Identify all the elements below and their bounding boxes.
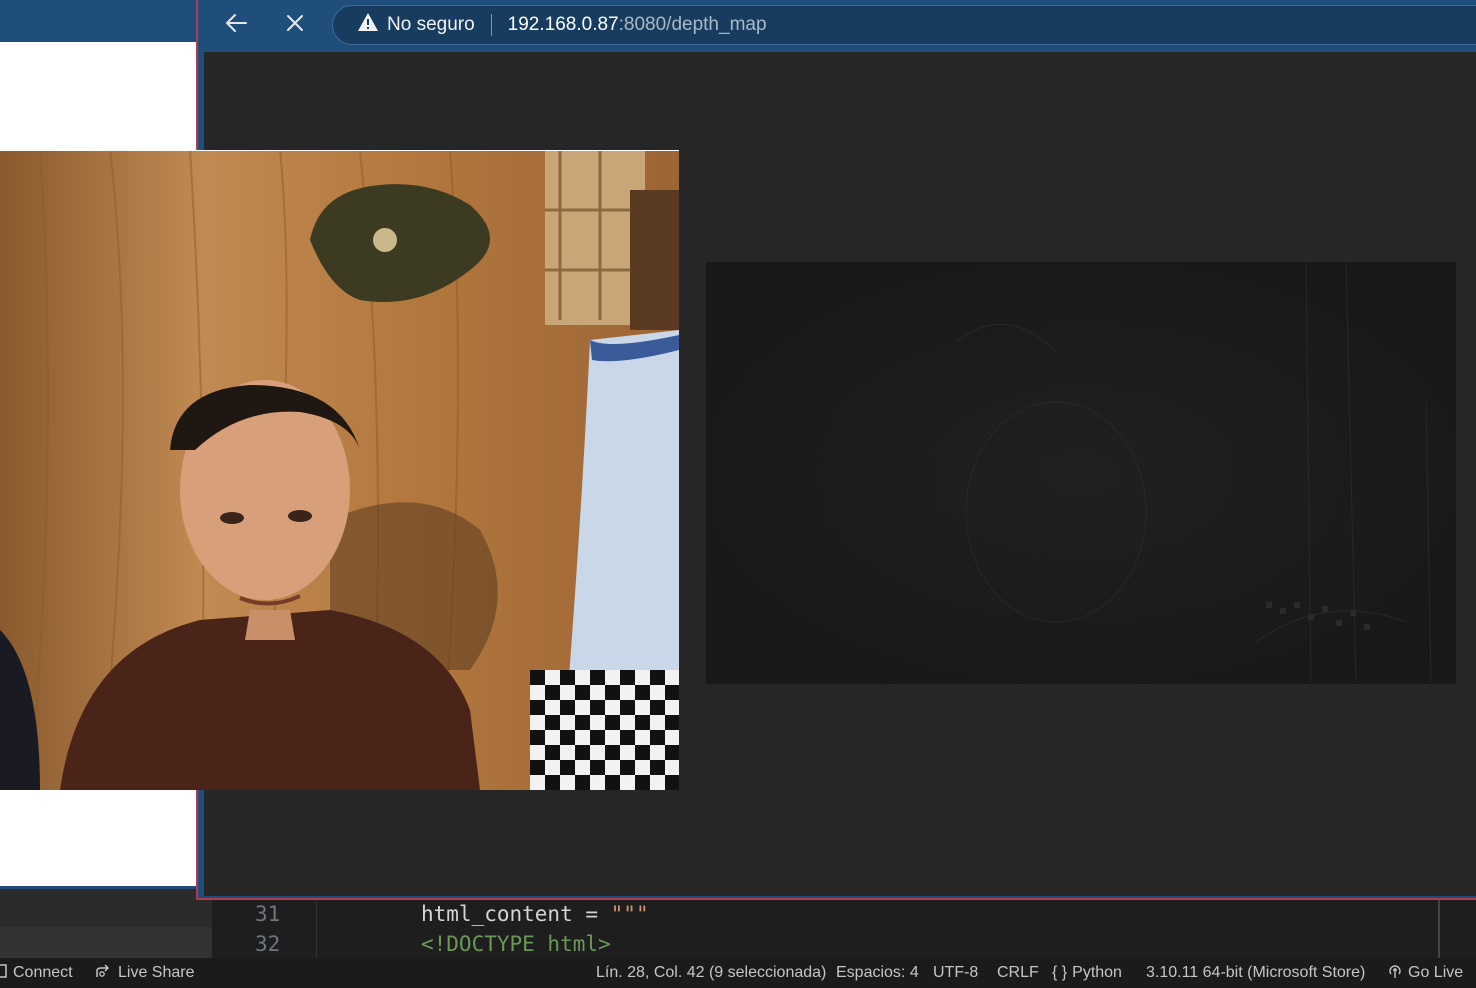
- line-number: 32: [255, 932, 281, 956]
- go-live-button[interactable]: Go Live: [1387, 958, 1463, 988]
- warning-icon: [357, 12, 379, 38]
- eol-label: CRLF: [997, 964, 1039, 981]
- editor-scrollbar[interactable]: [1438, 900, 1440, 958]
- code-string: """: [610, 902, 649, 926]
- encoding-selector[interactable]: UTF-8: [933, 958, 978, 988]
- language-selector[interactable]: { } Python: [1052, 958, 1122, 988]
- camera-window-border: [0, 150, 679, 151]
- security-label: No seguro: [387, 14, 475, 35]
- cursor-position-label: Lín. 28, Col. 42 (9 seleccionada): [596, 964, 827, 981]
- encoding-label: UTF-8: [933, 964, 979, 981]
- security-indicator[interactable]: No seguro: [357, 12, 475, 38]
- status-bar: Connect Live Share Lín. 28, Col. 42 (9 s…: [0, 958, 1476, 988]
- go-live-label: Go Live: [1408, 964, 1464, 981]
- background-window-titlebar: [0, 0, 200, 42]
- interpreter-label: 3.10.11 64-bit (Microsoft Store): [1146, 964, 1366, 981]
- line-number: 31: [255, 902, 281, 926]
- url-path: :8080/depth_map: [618, 14, 767, 35]
- address-separator: [490, 14, 492, 36]
- indentation-selector[interactable]: Espacios: 4: [836, 958, 919, 988]
- connect-label: Connect: [13, 964, 73, 981]
- interpreter-selector[interactable]: 3.10.11 64-bit (Microsoft Store): [1146, 958, 1365, 988]
- background-panel-strip-2: [0, 927, 212, 958]
- stop-button[interactable]: [277, 7, 313, 43]
- remote-icon: [0, 963, 8, 983]
- background-panel-lower: [0, 788, 200, 889]
- camera-frame-image: [0, 150, 679, 790]
- eol-selector[interactable]: CRLF: [997, 958, 1039, 988]
- arrow-left-icon: [224, 13, 248, 38]
- url-host: 192.168.0.87: [507, 14, 619, 35]
- code-text: html_content =: [421, 902, 611, 926]
- background-panel-strip: [0, 889, 212, 927]
- live-share-label: Live Share: [118, 964, 195, 981]
- broadcast-icon: [1387, 963, 1403, 983]
- braces-icon: { }: [1052, 964, 1068, 981]
- language-label: Python: [1072, 964, 1122, 981]
- back-button[interactable]: [218, 7, 254, 43]
- connect-button[interactable]: Connect: [0, 958, 73, 988]
- code-line[interactable]: <!DOCTYPE html>: [421, 932, 611, 956]
- cursor-position[interactable]: Lín. 28, Col. 42 (9 seleccionada): [596, 958, 826, 988]
- live-share-icon: [95, 963, 113, 983]
- indentation-label: Espacios: 4: [836, 964, 919, 981]
- camera-preview-window[interactable]: [0, 150, 679, 790]
- code-editor[interactable]: [212, 900, 1476, 958]
- depth-map-image: [706, 261, 1456, 684]
- background-panel: [0, 42, 200, 152]
- close-icon: [286, 14, 304, 37]
- code-line[interactable]: html_content = """: [421, 902, 649, 926]
- address-bar[interactable]: No seguro 192.168.0.87:8080/depth_map: [332, 5, 1476, 45]
- live-share-button[interactable]: Live Share: [95, 958, 195, 988]
